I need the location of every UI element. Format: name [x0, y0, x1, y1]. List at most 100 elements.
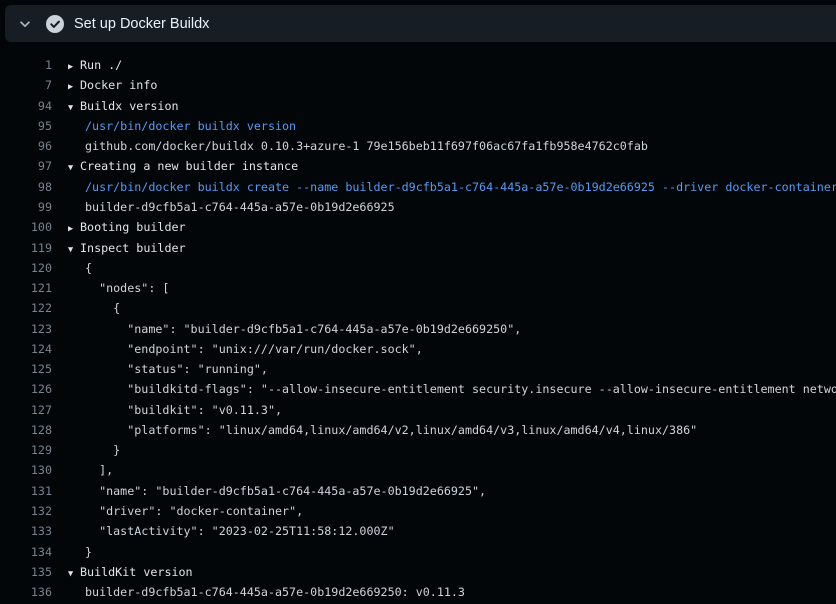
log-line: 133 "lastActivity": "2023-02-25T11:58:12… [0, 521, 836, 541]
log-output-text: "status": "running", [85, 362, 268, 376]
log-group-header[interactable]: ▼Inspect builder [68, 241, 186, 255]
triangle-right-icon[interactable]: ▶ [68, 82, 80, 92]
log-output-text: "platforms": "linux/amd64,linux/amd64/v2… [85, 423, 697, 437]
line-number[interactable]: 119 [0, 241, 52, 255]
log-line: 129 } [0, 440, 836, 460]
line-number[interactable]: 129 [0, 443, 52, 457]
line-number[interactable]: 122 [0, 301, 52, 315]
log-line: 94 ▼Buildx version [0, 96, 836, 116]
log-line: 95/usr/bin/docker buildx version [0, 116, 836, 136]
line-number[interactable]: 123 [0, 322, 52, 336]
line-number[interactable]: 131 [0, 484, 52, 498]
chevron-down-icon[interactable] [18, 17, 32, 31]
line-number[interactable]: 97 [0, 159, 52, 173]
log-output-text: "buildkit": "v0.11.3", [85, 403, 282, 417]
log-line: 128 "platforms": "linux/amd64,linux/amd6… [0, 420, 836, 440]
log-line: 127 "buildkit": "v0.11.3", [0, 400, 836, 420]
log-group-header[interactable]: ▶Booting builder [68, 220, 186, 234]
log-group-header[interactable]: ▼Buildx version [68, 99, 179, 113]
log-group-header[interactable]: ▼Creating a new builder instance [68, 159, 298, 173]
line-number[interactable]: 120 [0, 261, 52, 275]
line-number[interactable]: 121 [0, 281, 52, 295]
line-number[interactable]: 96 [0, 139, 52, 153]
line-number[interactable]: 1 [0, 58, 52, 72]
log-line: 99 builder-d9cfb5a1-c764-445a-a57e-0b19d2… [0, 197, 836, 217]
triangle-right-icon[interactable]: ▶ [68, 62, 80, 72]
log-output-text: builder-d9cfb5a1-c764-445a-a57e-0b19d2e6… [85, 200, 395, 214]
log-line: 126 "buildkitd-flags": "--allow-insecure… [0, 379, 836, 399]
line-number[interactable]: 126 [0, 382, 52, 396]
log-output-text: "endpoint": "unix:///var/run/docker.sock… [85, 342, 423, 356]
log-line: 135 ▼BuildKit version [0, 562, 836, 582]
log-group-header[interactable]: ▶Run ./ [68, 58, 122, 72]
log-output-text: "name": "builder-d9cfb5a1-c764-445a-a57e… [85, 484, 486, 498]
line-number[interactable]: 125 [0, 362, 52, 376]
log-line: 7 ▶Docker info [0, 75, 836, 95]
log-line: 120 { [0, 258, 836, 278]
log-line: 97 ▼Creating a new builder instance [0, 156, 836, 176]
log-line: 124 "endpoint": "unix:///var/run/docker.… [0, 339, 836, 359]
log-output-text: { [85, 301, 120, 315]
triangle-down-icon[interactable]: ▼ [68, 103, 80, 113]
log-output-text: builder-d9cfb5a1-c764-445a-a57e-0b19d2e6… [85, 585, 465, 599]
log-line: 121 "nodes": [ [0, 278, 836, 298]
line-number[interactable]: 128 [0, 423, 52, 437]
line-number[interactable]: 100 [0, 220, 52, 234]
log-command-text: /usr/bin/docker buildx create --name bui… [85, 180, 836, 194]
log-line: 136 builder-d9cfb5a1-c764-445a-a57e-0b19d… [0, 582, 836, 602]
line-number[interactable]: 132 [0, 504, 52, 518]
log-output-text: "lastActivity": "2023-02-25T11:58:12.000… [85, 524, 395, 538]
log-line: 119 ▼Inspect builder [0, 237, 836, 257]
check-circle-icon [46, 15, 64, 33]
log-group-title: Run ./ [80, 58, 122, 72]
triangle-down-icon[interactable]: ▼ [68, 569, 80, 579]
log-group-title: Creating a new builder instance [80, 159, 298, 173]
log-output-text: "driver": "docker-container", [85, 504, 303, 518]
log-output-text: "name": "builder-d9cfb5a1-c764-445a-a57e… [85, 322, 521, 336]
step-header[interactable]: Set up Docker Buildx [5, 5, 836, 42]
log-line: 98/usr/bin/docker buildx create --name b… [0, 177, 836, 197]
triangle-down-icon[interactable]: ▼ [68, 245, 80, 255]
log-output-text: github.com/docker/buildx 0.10.3+azure-1 … [85, 139, 648, 153]
log-output-text: } [85, 443, 120, 457]
line-number[interactable]: 127 [0, 403, 52, 417]
log-output-text: "buildkitd-flags": "--allow-insecure-ent… [85, 382, 836, 396]
line-number[interactable]: 99 [0, 200, 52, 214]
triangle-right-icon[interactable]: ▶ [68, 224, 80, 234]
log-lines-container: 1▶Run ./7▶Docker info94▼Buildx version95… [0, 55, 836, 602]
log-group-title: Buildx version [80, 99, 179, 113]
triangle-down-icon[interactable]: ▼ [68, 163, 80, 173]
log-group-title: Booting builder [80, 220, 186, 234]
log-group-header[interactable]: ▼BuildKit version [68, 565, 193, 579]
log-output-text: { [85, 261, 92, 275]
log-command-text: /usr/bin/docker buildx version [85, 119, 296, 133]
step-title: Set up Docker Buildx [74, 16, 209, 32]
line-number[interactable]: 94 [0, 99, 52, 113]
line-number[interactable]: 130 [0, 463, 52, 477]
log-group-title: BuildKit version [80, 565, 193, 579]
log-line: 125 "status": "running", [0, 359, 836, 379]
log-line: 131 "name": "builder-d9cfb5a1-c764-445a-… [0, 481, 836, 501]
log-output-text: "nodes": [ [85, 281, 169, 295]
line-number[interactable]: 95 [0, 119, 52, 133]
log-line: 134} [0, 541, 836, 561]
log-line: 130 ], [0, 460, 836, 480]
line-number[interactable]: 135 [0, 565, 52, 579]
log-group-header[interactable]: ▶Docker info [68, 78, 157, 92]
line-number[interactable]: 7 [0, 78, 52, 92]
log-output-text: ], [85, 463, 113, 477]
line-number[interactable]: 133 [0, 524, 52, 538]
log-line: 1 ▶Run ./ [0, 55, 836, 75]
log-line: 132 "driver": "docker-container", [0, 501, 836, 521]
log-line: 123 "name": "builder-d9cfb5a1-c764-445a-… [0, 318, 836, 338]
line-number[interactable]: 136 [0, 585, 52, 599]
log-group-title: Docker info [80, 78, 157, 92]
line-number[interactable]: 134 [0, 545, 52, 559]
log-line: 100 ▶Booting builder [0, 217, 836, 237]
log-line: 96 github.com/docker/buildx 0.10.3+azure-… [0, 136, 836, 156]
line-number[interactable]: 124 [0, 342, 52, 356]
log-group-title: Inspect builder [80, 241, 186, 255]
line-number[interactable]: 98 [0, 180, 52, 194]
log-output-text: } [85, 545, 92, 559]
log-line: 122 { [0, 298, 836, 318]
